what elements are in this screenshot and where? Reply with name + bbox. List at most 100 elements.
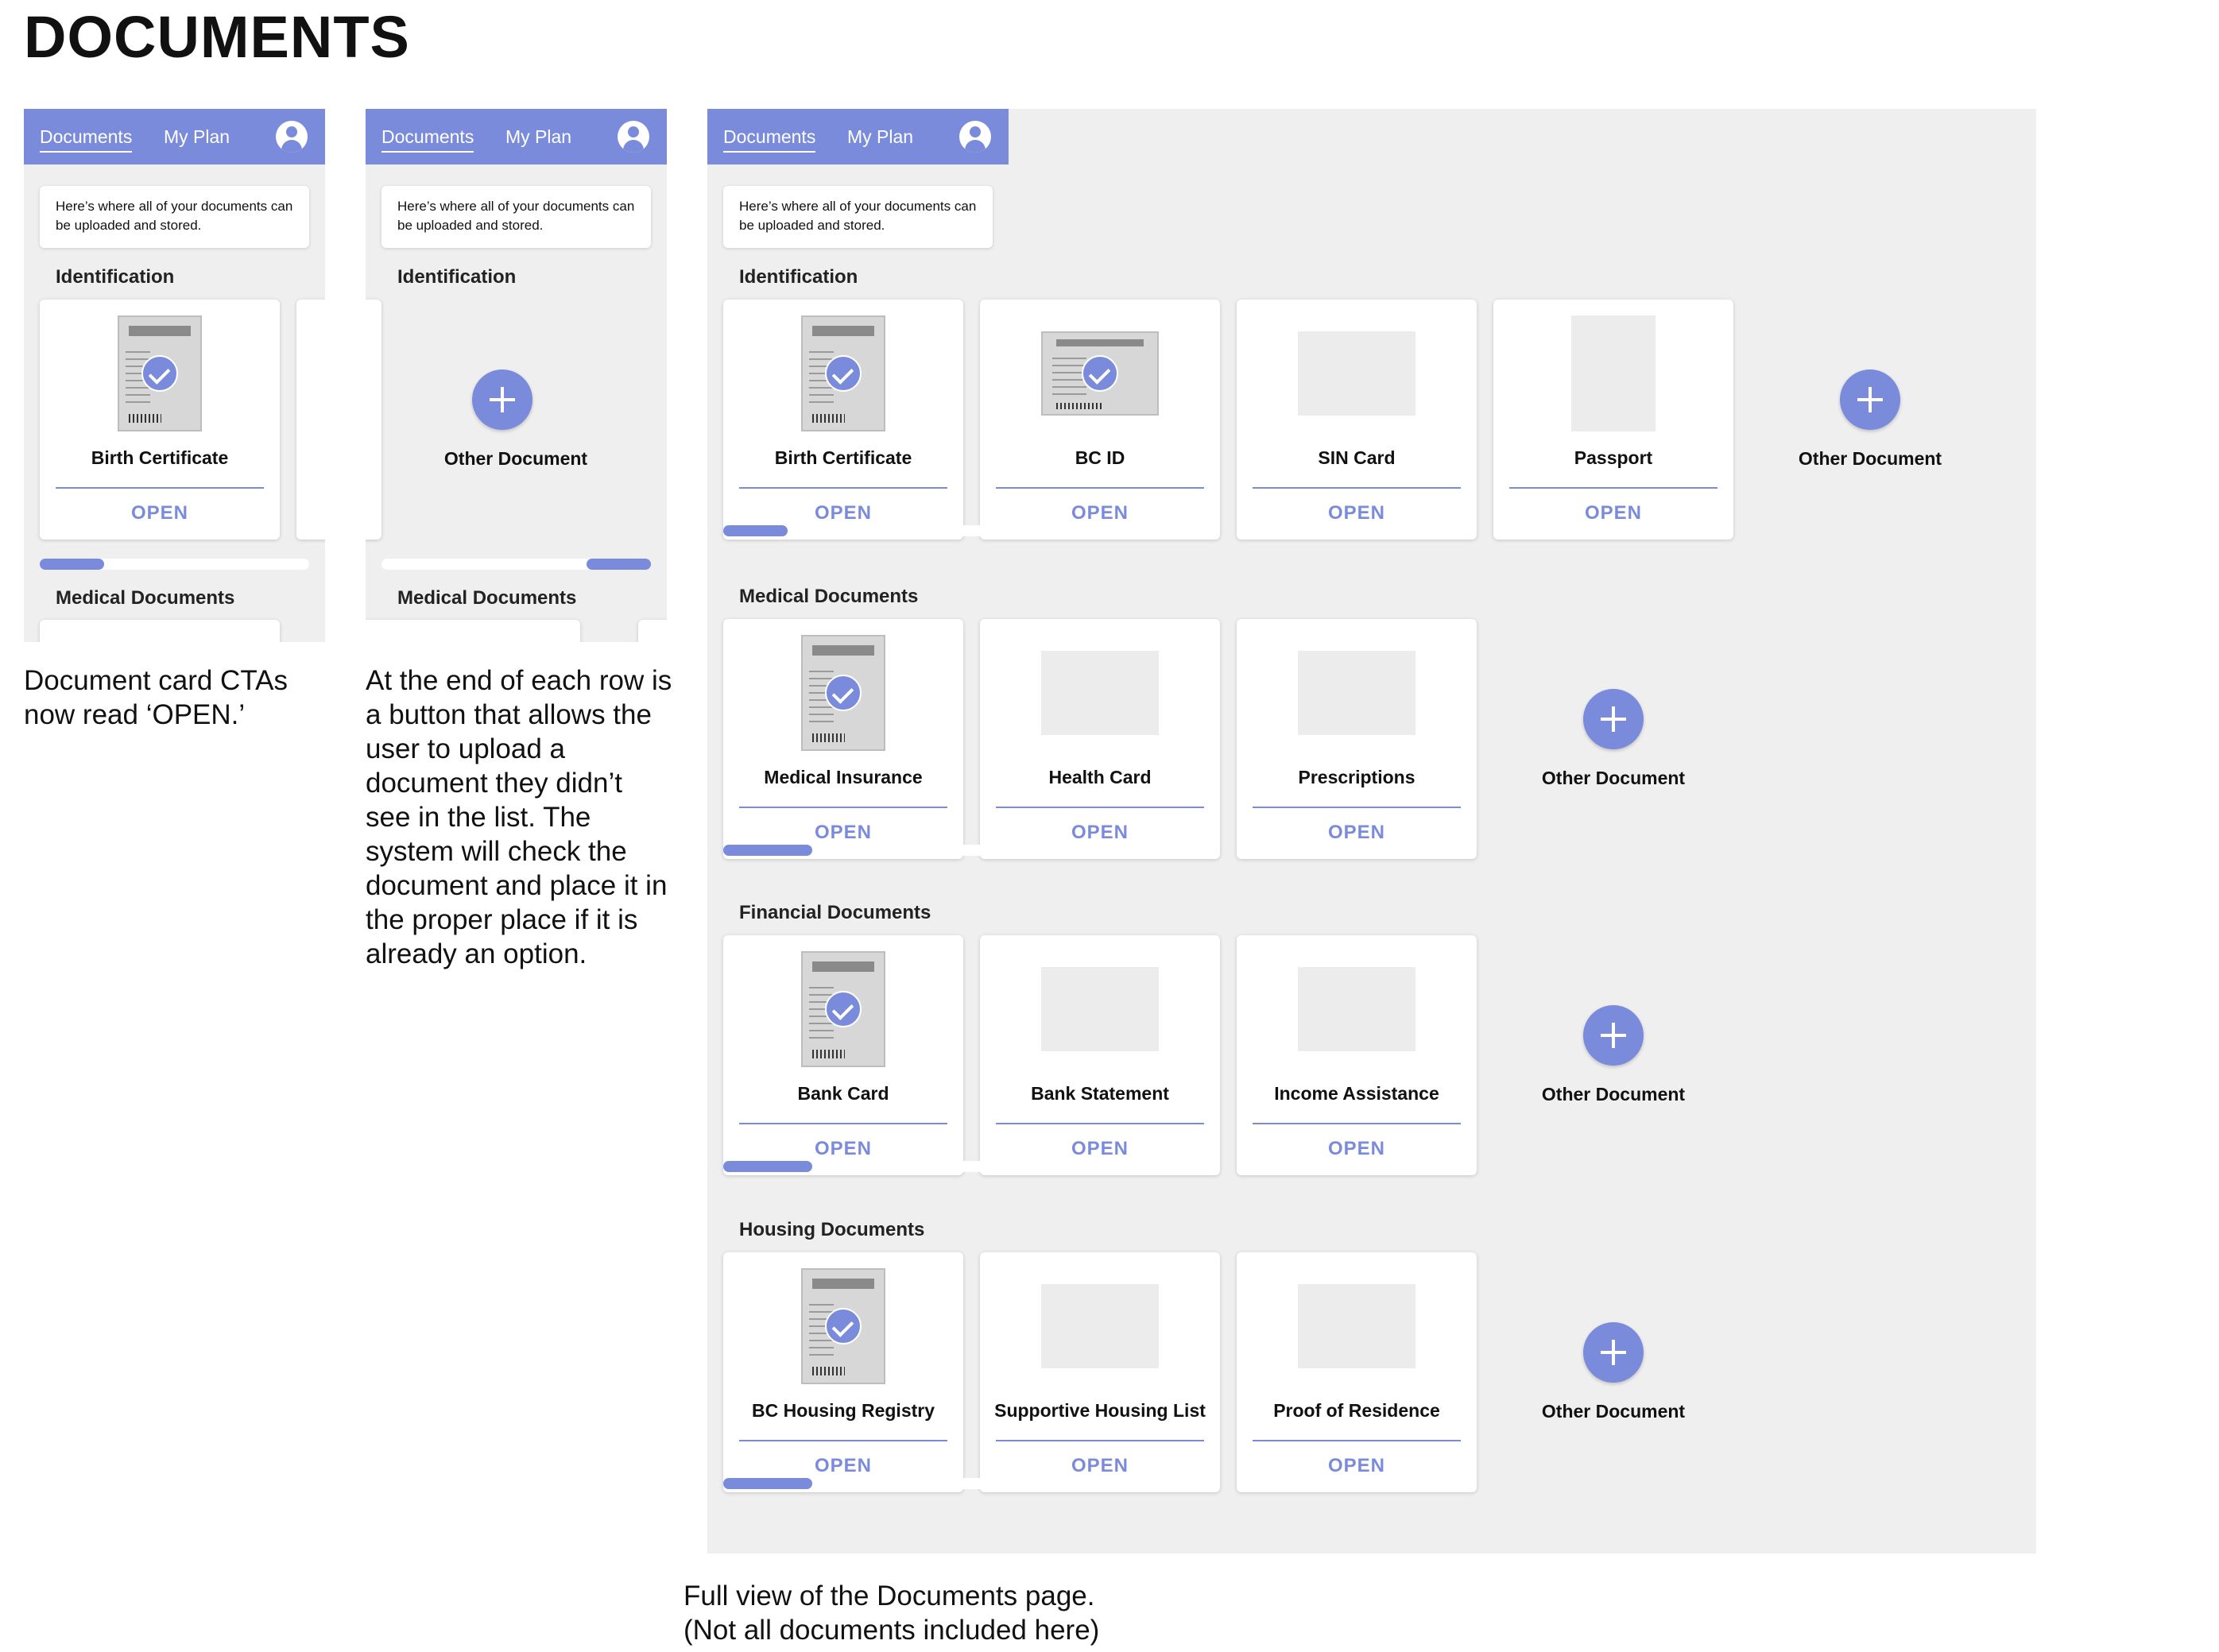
open-button[interactable]: OPEN xyxy=(1237,822,1477,844)
document-card-proof-of-residence[interactable]: Proof of Residence OPEN xyxy=(1237,1252,1477,1492)
document-card-bc-housing-registry[interactable]: BC Housing Registry OPEN xyxy=(723,1252,963,1492)
document-card-partial[interactable] xyxy=(296,300,325,540)
page-title: DOCUMENTS xyxy=(24,4,410,70)
document-card-name: Income Assistance xyxy=(1274,1083,1439,1104)
document-card-bank-card[interactable]: Bank Card OPEN xyxy=(723,935,963,1175)
document-card-bank-statement[interactable]: Bank Statement OPEN xyxy=(980,935,1220,1175)
mobile-screen-end-of-row: Documents My Plan Here’s where all of yo… xyxy=(366,109,667,642)
add-document-button[interactable] xyxy=(1840,369,1900,430)
check-icon xyxy=(141,355,178,392)
document-card-passport[interactable]: Passport OPEN xyxy=(1493,300,1733,540)
open-button[interactable]: OPEN xyxy=(980,822,1220,844)
open-button[interactable]: OPEN xyxy=(1493,502,1733,524)
nav-my-plan-tab[interactable]: My Plan xyxy=(847,126,913,148)
row-scrollbar-thumb[interactable] xyxy=(723,845,812,856)
document-placeholder xyxy=(1041,967,1159,1051)
caption-line: see in the list. The xyxy=(366,802,591,833)
document-card-sin-card[interactable]: SIN Card OPEN xyxy=(1237,300,1477,540)
open-button[interactable]: OPEN xyxy=(980,1455,1220,1477)
card-divider xyxy=(739,1440,947,1441)
document-card-name: Health Card xyxy=(1048,767,1152,787)
add-document-button[interactable] xyxy=(1583,1005,1644,1066)
document-card-name: Proof of Residence xyxy=(1273,1400,1440,1421)
card-divider xyxy=(1253,807,1461,808)
row-scrollbar[interactable] xyxy=(723,1161,993,1172)
row-scrollbar-thumb[interactable] xyxy=(586,559,651,570)
row-scrollbar[interactable] xyxy=(723,1478,993,1489)
row-scrollbar-thumb[interactable] xyxy=(723,1161,812,1172)
document-card-medical-insurance[interactable]: Medical Insurance OPEN xyxy=(723,619,963,859)
nav-documents-tab[interactable]: Documents xyxy=(723,126,816,153)
nav-my-plan-tab[interactable]: My Plan xyxy=(164,126,230,148)
card-divider xyxy=(1509,487,1717,489)
document-card-partial[interactable] xyxy=(40,620,280,642)
add-document-button[interactable] xyxy=(1583,689,1644,749)
open-button[interactable]: OPEN xyxy=(723,822,963,844)
nav-documents-tab[interactable]: Documents xyxy=(40,126,133,153)
add-document-label: Other Document xyxy=(1541,768,1686,788)
row-scrollbar-thumb[interactable] xyxy=(40,559,105,570)
add-document-button[interactable] xyxy=(472,369,532,430)
open-button[interactable]: OPEN xyxy=(40,502,280,524)
document-card-name: SIN Card xyxy=(1318,447,1396,468)
document-thumbnail xyxy=(118,315,202,431)
check-icon xyxy=(825,675,862,711)
document-card-health-card[interactable]: Health Card OPEN xyxy=(980,619,1220,859)
check-icon xyxy=(825,1308,862,1344)
card-divider xyxy=(739,807,947,808)
document-placeholder xyxy=(1298,967,1415,1051)
card-divider xyxy=(739,487,947,489)
document-thumbnail xyxy=(801,951,885,1067)
document-card-supportive-housing-list[interactable]: Supportive Housing List OPEN xyxy=(980,1252,1220,1492)
document-card-partial[interactable] xyxy=(366,300,381,540)
check-icon xyxy=(825,355,862,392)
row-scrollbar-thumb[interactable] xyxy=(723,525,788,536)
row-scrollbar[interactable] xyxy=(723,525,993,536)
caption-line: document they didn’t xyxy=(366,768,622,799)
add-document-label: Other Document xyxy=(1541,1084,1686,1105)
document-card-name: Bank Card xyxy=(797,1083,889,1104)
intro-message: Here’s where all of your documents can b… xyxy=(40,186,309,248)
document-placeholder xyxy=(1298,331,1415,416)
row-scrollbar[interactable] xyxy=(723,845,993,856)
open-button[interactable]: OPEN xyxy=(1237,502,1477,524)
document-card-prescriptions[interactable]: Prescriptions OPEN xyxy=(1237,619,1477,859)
card-divider xyxy=(996,807,1204,808)
caption-full-view: Full view of the Documents page. (Not al… xyxy=(684,1579,1099,1647)
caption-line: now read ‘OPEN.’ xyxy=(24,699,246,730)
open-button[interactable]: OPEN xyxy=(980,1138,1220,1160)
caption-line: Document card CTAs xyxy=(24,665,288,696)
profile-avatar-icon[interactable] xyxy=(276,121,308,153)
open-button[interactable]: OPEN xyxy=(980,502,1220,524)
document-card-income-assistance[interactable]: Income Assistance OPEN xyxy=(1237,935,1477,1175)
document-card-partial[interactable] xyxy=(366,620,580,642)
document-card-partial[interactable] xyxy=(638,620,667,642)
card-divider xyxy=(996,1123,1204,1124)
open-button[interactable]: OPEN xyxy=(723,1138,963,1160)
open-button[interactable]: OPEN xyxy=(723,1455,963,1477)
top-nav: Documents My Plan xyxy=(24,109,325,164)
open-button[interactable]: OPEN xyxy=(1237,1455,1477,1477)
document-card-name: Bank Statement xyxy=(1031,1083,1169,1104)
add-document-button[interactable] xyxy=(1583,1322,1644,1383)
section-title-medical-documents: Medical Documents xyxy=(739,586,919,607)
document-placeholder xyxy=(1298,651,1415,735)
open-button[interactable]: OPEN xyxy=(1237,1138,1477,1160)
document-card-name: Passport xyxy=(1574,447,1653,468)
document-card-name: BC ID xyxy=(1075,447,1125,468)
row-scrollbar[interactable] xyxy=(381,559,651,570)
open-button[interactable]: OPEN xyxy=(723,502,963,524)
profile-avatar-icon[interactable] xyxy=(618,121,649,153)
card-divider xyxy=(996,1440,1204,1441)
document-card-bc-id[interactable]: BC ID OPEN xyxy=(980,300,1220,540)
document-card-birth-certificate[interactable]: Birth Certificate OPEN xyxy=(723,300,963,540)
nav-my-plan-tab[interactable]: My Plan xyxy=(505,126,571,148)
profile-avatar-icon[interactable] xyxy=(959,121,991,153)
document-card-birth-certificate[interactable]: Birth Certificate OPEN xyxy=(40,300,280,540)
row-scrollbar[interactable] xyxy=(40,559,309,570)
section-title-housing-documents: Housing Documents xyxy=(739,1219,925,1240)
row-scrollbar-thumb[interactable] xyxy=(723,1478,812,1489)
nav-documents-tab[interactable]: Documents xyxy=(381,126,474,153)
intro-message: Here’s where all of your documents can b… xyxy=(723,186,993,248)
section-title-financial-documents: Financial Documents xyxy=(739,902,931,923)
